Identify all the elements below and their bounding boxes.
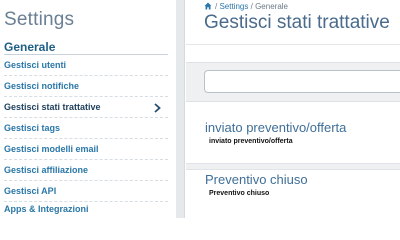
- breadcrumb-link-settings[interactable]: Settings: [219, 2, 248, 11]
- sidebar-item-gestisci-stati-trattative[interactable]: Gestisci stati trattative: [4, 97, 168, 118]
- status-divider: [186, 163, 400, 170]
- page-title: Gestisci stati trattative: [204, 12, 390, 33]
- main-content: / Settings / Generale Gestisci stati tra…: [186, 0, 400, 218]
- home-icon[interactable]: [204, 2, 212, 12]
- sidebar-title: Settings: [4, 9, 75, 30]
- sidebar-item-gestisci-notifiche[interactable]: Gestisci notifiche: [4, 76, 168, 97]
- status-title: inviato preventivo/offerta: [205, 120, 347, 135]
- sidebar-item-label: Gestisci tags: [4, 123, 61, 133]
- status-title: Preventivo chiuso: [205, 172, 308, 187]
- sidebar-item-apps-integrazioni[interactable]: Apps & Integrazioni: [4, 199, 168, 220]
- search-bar-area: [186, 62, 400, 102]
- sidebar-item-gestisci-modelli-email[interactable]: Gestisci modelli email: [4, 139, 168, 160]
- sidebar-item-label: Gestisci affiliazione: [4, 165, 89, 175]
- breadcrumb-current: Generale: [255, 2, 288, 11]
- breadcrumb-separator: /: [250, 2, 253, 11]
- header-divider: [186, 44, 400, 45]
- search-input[interactable]: [204, 70, 400, 93]
- settings-sidebar: Settings Generale Gestisci utenti Gestis…: [0, 0, 176, 218]
- status-item[interactable]: inviato preventivo/offerta inviato preve…: [186, 120, 400, 164]
- sidebar-item-label: Apps & Integrazioni: [4, 204, 89, 214]
- status-item[interactable]: Preventivo chiuso Preventivo chiuso: [186, 172, 400, 216]
- breadcrumb: / Settings / Generale: [204, 2, 288, 12]
- section-heading-generale: Generale: [4, 40, 56, 54]
- sidebar-item-label: Gestisci stati trattative: [4, 102, 101, 112]
- sidebar-gutter: [176, 0, 185, 218]
- sidebar-item-label: Gestisci modelli email: [4, 144, 99, 154]
- sidebar-item-gestisci-utenti[interactable]: Gestisci utenti: [4, 55, 168, 76]
- status-label: inviato preventivo/offerta: [209, 138, 293, 145]
- sidebar-item-label: Gestisci notifiche: [4, 81, 80, 91]
- chevron-right-icon: [154, 97, 161, 118]
- sidebar-item-gestisci-tags[interactable]: Gestisci tags: [4, 118, 168, 139]
- sidebar-item-label: Gestisci utenti: [4, 60, 67, 70]
- sidebar-item-label: Gestisci API: [4, 186, 57, 196]
- sidebar-item-gestisci-affiliazione[interactable]: Gestisci affiliazione: [4, 160, 168, 181]
- breadcrumb-separator: /: [215, 2, 218, 11]
- status-label: Preventivo chiuso: [209, 190, 270, 197]
